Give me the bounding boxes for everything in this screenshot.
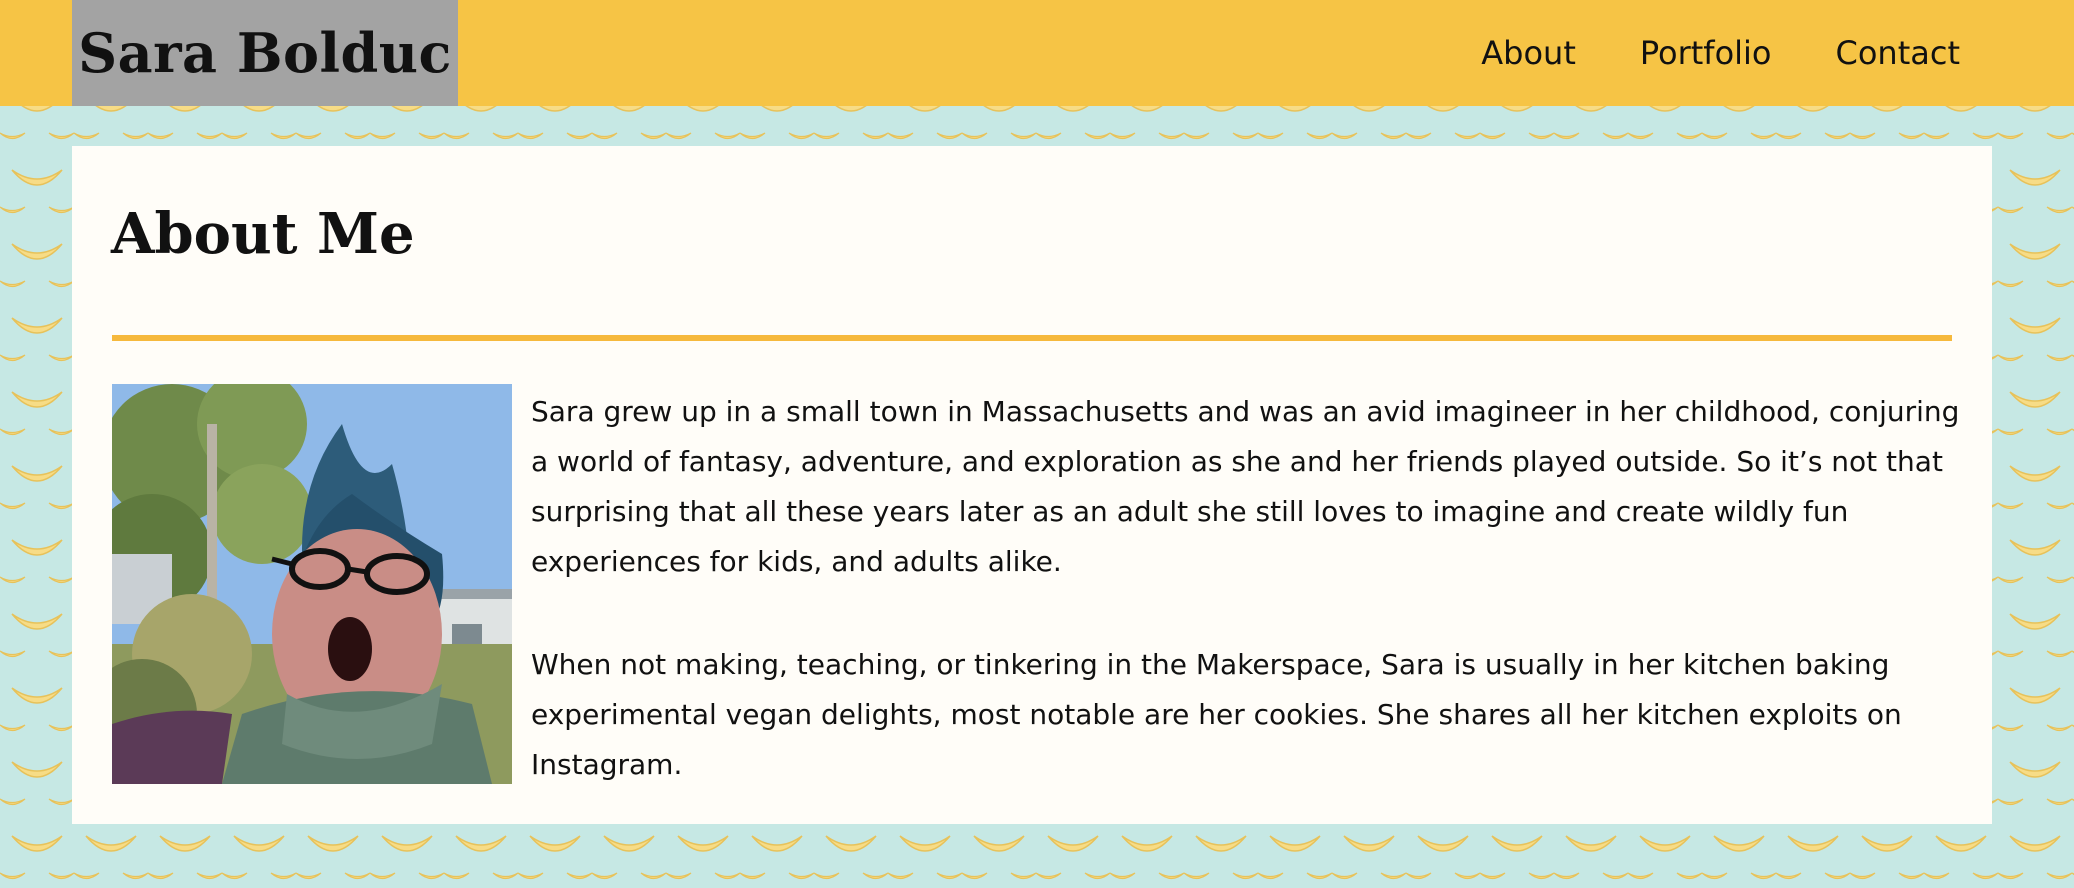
about-card: About Me Sara grew up in a small town in… — [72, 146, 1992, 824]
title-divider — [112, 335, 1952, 341]
selfie-illustration — [112, 384, 512, 784]
nav-link-about[interactable]: About — [1481, 34, 1576, 72]
bio-paragraph: Sara grew up in a small town in Massachu… — [531, 395, 1960, 578]
bio-text: Sara grew up in a small town in Massachu… — [531, 384, 1961, 840]
brand-name[interactable]: Sara Bolduc — [78, 21, 452, 85]
bio-paragraph: When not making, teaching, or tinkering … — [531, 648, 1902, 781]
main-nav: About Portfolio Contact — [1481, 0, 1960, 106]
site-header: Sara Bolduc About Portfolio Contact — [0, 0, 2074, 106]
profile-photo — [112, 384, 512, 784]
page-title: About Me — [111, 201, 415, 267]
nav-link-contact[interactable]: Contact — [1836, 34, 1961, 72]
brand-logo[interactable]: Sara Bolduc — [72, 0, 458, 106]
nav-link-portfolio[interactable]: Portfolio — [1640, 34, 1772, 72]
